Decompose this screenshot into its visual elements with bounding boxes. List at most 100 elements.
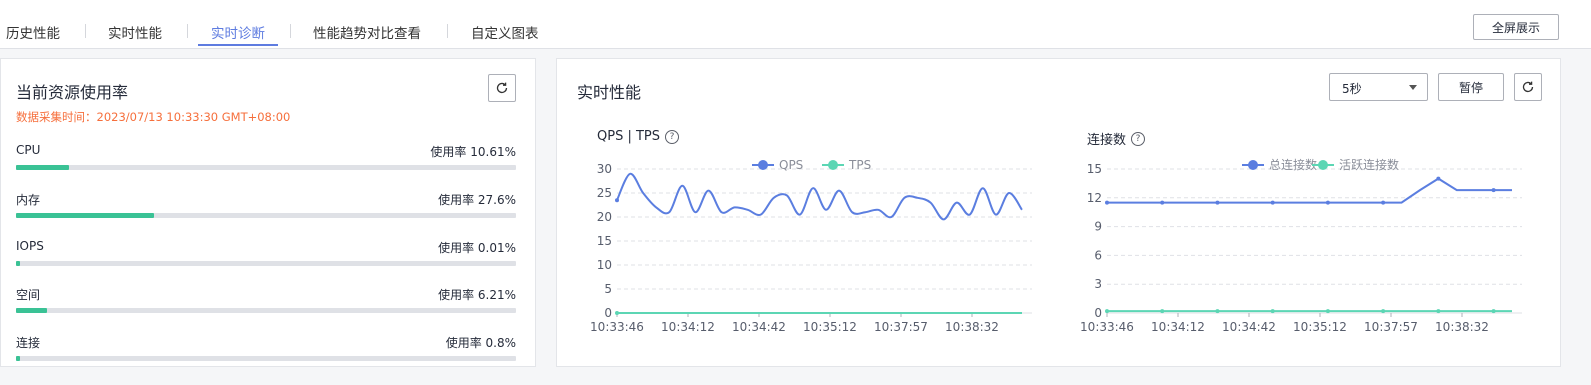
tab-history-performance[interactable]: 历史性能 [6,22,60,42]
legend-swatch-marker [1318,160,1328,170]
x-tick-label: 10:34:42 [1222,320,1276,334]
resource-label: 连接 [16,336,41,350]
data-point [1381,309,1386,314]
data-point [1436,309,1441,314]
usage-bar-track [16,356,516,361]
tab-performance-trend-compare[interactable]: 性能趋势对比查看 [313,22,421,42]
usage-bar-track [16,308,516,313]
y-tick-label: 15 [1087,162,1102,176]
resource-row-connections: 连接 使用率 0.8% [16,334,516,362]
data-point [1215,200,1220,205]
interval-value: 5秒 [1342,82,1362,96]
resource-label: CPU [16,143,41,157]
refresh-icon [1522,81,1534,93]
active-tab-indicator [198,44,278,46]
tab-realtime-diagnosis[interactable]: 实时诊断 [211,22,265,42]
tab-realtime-performance[interactable]: 实时性能 [108,22,162,42]
help-icon[interactable]: ? [665,129,680,144]
tab-bar: 历史性能 实时性能 实时诊断 性能趋势对比查看 自定义图表 全屏展示 [0,0,1591,49]
y-tick-label: 25 [597,186,612,200]
resource-row-cpu: CPU 使用率 10.61% [16,143,516,171]
legend-label: TPS [848,158,871,172]
legend-swatch-marker [1248,160,1258,170]
resource-usage-text: 使用率 10.61% [430,145,516,159]
tab-divider [85,24,86,38]
usage-bar-track [16,213,516,218]
series-line [616,172,1023,221]
resource-label: IOPS [16,239,44,253]
tab-custom-chart[interactable]: 自定义图表 [471,22,539,42]
legend-swatch-marker [828,160,838,170]
resource-usage-text: 使用率 6.21% [438,288,516,302]
resource-row-iops: IOPS 使用率 0.01% [16,239,516,267]
usage-bar-fill [16,308,48,313]
usage-bar-fill [16,261,20,266]
legend-label: 总连接数 [1269,157,1317,172]
usage-bar-track [16,261,516,266]
refresh-resource-button[interactable] [488,74,516,102]
x-tick-label: 10:34:12 [1151,320,1205,334]
chevron-down-icon [1409,85,1417,90]
y-tick-label: 0 [1094,306,1102,320]
data-point [1436,176,1441,181]
series-line [1107,177,1512,204]
y-tick-label: 6 [1094,248,1102,262]
y-tick-label: 10 [597,258,612,272]
pause-button[interactable]: 暂停 [1438,73,1504,101]
qps-tps-chart-title: QPS | TPS ? [597,129,680,144]
data-point [1215,309,1220,314]
data-point [1325,200,1330,205]
connections-chart: 0 3 6 9 12 15 10:33:46 10:34:12 10:34:42 10:35:12… [1080,157,1522,334]
interval-select[interactable]: 5秒 [1329,73,1428,101]
usage-bar-fill [16,356,20,361]
x-tick-label: 10:33:46 [1080,320,1134,334]
resource-panel-title: 当前资源使用率 [16,83,129,102]
qps-tps-chart: 0 5 10 15 20 25 30 10:33:46 10:34:12 10:34:42 10:3… [590,158,1032,334]
y-tick-label: 20 [597,210,612,224]
x-tick-label: 10:34:42 [732,320,786,334]
data-point [1491,188,1496,193]
data-point [1105,309,1109,314]
legend-label: 活跃连接数 [1339,157,1399,172]
legend-swatch-marker [758,160,768,170]
realtime-panel-title: 实时性能 [577,83,642,102]
resource-usage-text: 使用率 0.01% [438,241,516,255]
x-tick-label: 10:37:57 [1364,320,1418,334]
x-tick-label: 10:38:32 [1435,320,1489,334]
y-tick-label: 15 [597,234,612,248]
y-tick-label: 5 [604,282,612,296]
refresh-realtime-button[interactable] [1514,73,1542,101]
collect-time: 数据采集时间：2023/07/13 10:33:30 GMT+08:00 [16,110,291,124]
data-point [1105,200,1109,205]
realtime-performance-panel: 实时性能 5秒 暂停 QPS | TPS ? 连接数 ? 0 5 10 15 20 25 3… [556,58,1561,367]
fullscreen-button[interactable]: 全屏展示 [1473,14,1559,40]
resource-row-storage: 空间 使用率 6.21% [16,286,516,314]
help-icon[interactable]: ? [1131,131,1146,146]
x-tick-label: 10:38:32 [945,320,999,334]
chart-title-text: QPS | TPS [597,129,661,144]
x-tick-label: 10:33:46 [590,320,644,334]
y-tick-label: 0 [604,306,612,320]
resource-usage-text: 使用率 27.6% [438,193,516,207]
y-tick-label: 9 [1094,220,1102,234]
x-tick-label: 10:35:12 [1293,320,1347,334]
resource-label: 空间 [16,288,41,302]
y-tick-label: 12 [1087,191,1102,205]
resource-usage-panel: 当前资源使用率 数据采集时间：2023/07/13 10:33:30 GMT+0… [0,58,536,367]
resource-row-memory: 内存 使用率 27.6% [16,191,516,219]
usage-bar-track [16,165,516,170]
refresh-icon [496,82,508,94]
tab-divider [447,24,448,38]
data-point [1160,309,1165,314]
tab-divider [290,24,291,38]
resource-usage-text: 使用率 0.8% [445,336,516,350]
tab-divider [187,24,188,38]
y-tick-label: 30 [597,162,612,176]
data-point [615,198,619,203]
resource-label: 内存 [16,193,41,207]
chart-title-text: 连接数 [1087,133,1127,148]
data-point [1325,309,1330,314]
x-tick-label: 10:34:12 [661,320,715,334]
x-tick-label: 10:37:57 [874,320,928,334]
usage-bar-fill [16,213,154,218]
